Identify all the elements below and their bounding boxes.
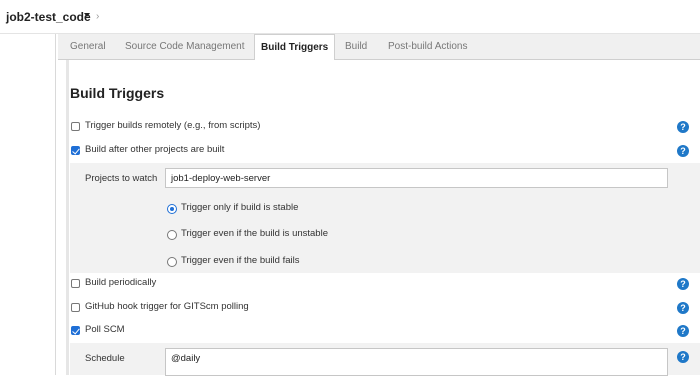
trigger-unstable-radio[interactable]: [167, 230, 177, 240]
build-periodically-checkbox[interactable]: [71, 279, 80, 288]
build-periodically-row[interactable]: Build periodically: [66, 274, 700, 298]
help-icon[interactable]: ?: [677, 278, 689, 290]
projects-to-watch-input[interactable]: job1-deploy-web-server: [165, 168, 668, 188]
tab-source-code-management[interactable]: Source Code Management: [125, 41, 245, 52]
help-icon[interactable]: ?: [677, 302, 689, 314]
trigger-remote-checkbox[interactable]: [71, 122, 80, 131]
trigger-stable-radio[interactable]: [167, 204, 177, 214]
build-after-label: Build after other projects are built: [85, 144, 225, 155]
trigger-fails-radio[interactable]: [167, 257, 177, 267]
chevron-down-icon[interactable]: [84, 13, 90, 17]
left-gutter: [0, 34, 55, 375]
breadcrumb: job2-test_code ›: [0, 0, 700, 34]
build-after-row[interactable]: Build after other projects are built: [66, 141, 700, 165]
github-hook-checkbox[interactable]: [71, 303, 80, 312]
poll-scm-row[interactable]: Poll SCM: [66, 321, 700, 345]
build-periodically-label: Build periodically: [85, 277, 157, 288]
build-after-checkbox[interactable]: [71, 146, 80, 155]
projects-to-watch-label: Projects to watch: [85, 173, 158, 184]
trigger-fails-label: Trigger even if the build fails: [181, 255, 300, 266]
schedule-input[interactable]: @daily: [165, 348, 668, 376]
help-icon[interactable]: ?: [677, 325, 689, 337]
section-title: Build Triggers: [70, 85, 165, 101]
tab-post-build-actions[interactable]: Post-build Actions: [388, 41, 468, 52]
poll-scm-checkbox[interactable]: [71, 326, 80, 335]
poll-scm-options-panel: Schedule @daily: [70, 343, 700, 376]
trigger-remote-label: Trigger builds remotely (e.g., from scri…: [85, 120, 261, 131]
github-hook-row[interactable]: GitHub hook trigger for GITScm polling: [66, 298, 700, 322]
trigger-unstable-label: Trigger even if the build is unstable: [181, 228, 328, 239]
trigger-stable-label: Trigger only if build is stable: [181, 202, 299, 213]
upstream-options-panel: Projects to watch job1-deploy-web-server…: [70, 163, 700, 273]
breadcrumb-job-link[interactable]: job2-test_code: [6, 10, 91, 24]
help-icon[interactable]: ?: [677, 351, 689, 363]
tab-build[interactable]: Build: [345, 41, 367, 52]
tab-build-triggers[interactable]: Build Triggers: [254, 34, 336, 61]
trigger-remote-row[interactable]: Trigger builds remotely (e.g., from scri…: [66, 117, 700, 141]
help-icon[interactable]: ?: [677, 121, 689, 133]
config-tabs: General Source Code Management Build Tri…: [58, 34, 700, 61]
poll-scm-label: Poll SCM: [85, 324, 125, 335]
github-hook-label: GitHub hook trigger for GITScm polling: [85, 301, 249, 312]
breadcrumb-separator-icon: ›: [96, 11, 100, 22]
schedule-label: Schedule: [85, 353, 125, 364]
help-icon[interactable]: ?: [677, 145, 689, 157]
tab-general[interactable]: General: [70, 41, 106, 52]
